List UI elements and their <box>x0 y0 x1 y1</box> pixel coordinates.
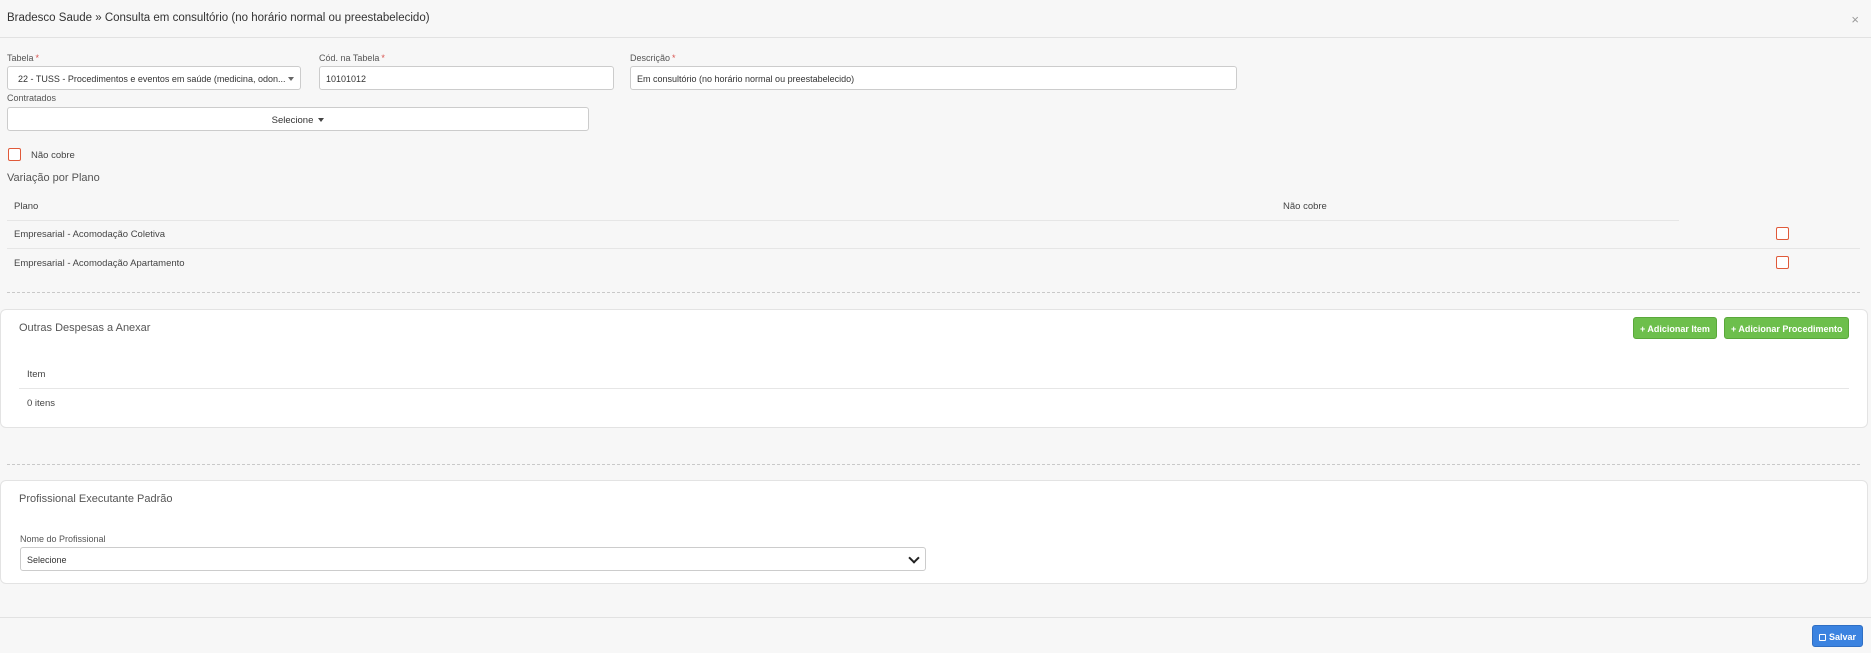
nao-cobre-checkbox[interactable] <box>8 148 21 161</box>
plano-name: Empresarial - Acomodação Apartamento <box>14 258 185 269</box>
floppy-disk-icon <box>1819 634 1826 641</box>
add-procedimento-button[interactable]: + Adicionar Procedimento <box>1724 317 1850 339</box>
outras-despesas-card: Outras Despesas a Anexar + Adicionar Ite… <box>0 309 1868 428</box>
tabela-label: Tabela * <box>7 53 39 63</box>
profissional-select[interactable]: Selecione <box>20 547 926 571</box>
profissional-label: Nome do Profissional <box>20 534 106 544</box>
descricao-label-text: Descrição <box>630 53 671 63</box>
required-marker: * <box>672 53 676 63</box>
tabela-label-text: Tabela <box>7 53 34 63</box>
close-icon[interactable]: × <box>1851 12 1859 27</box>
required-marker: * <box>381 53 385 63</box>
nao-cobre-label[interactable]: Não cobre <box>31 150 75 161</box>
plano-nao-cobre-checkbox[interactable] <box>1776 227 1789 240</box>
table-header-divider <box>7 220 1679 221</box>
profissional-card: Profissional Executante Padrão Nome do P… <box>0 480 1868 584</box>
section-divider <box>7 464 1860 465</box>
add-item-button[interactable]: + Adicionar Item <box>1633 317 1717 339</box>
items-count: 0 itens <box>27 398 55 409</box>
table-header-divider <box>19 388 1849 389</box>
cod-tabela-label-text: Cód. na Tabela <box>319 53 380 63</box>
section-divider <box>7 292 1860 293</box>
descricao-label: Descrição * <box>630 53 676 63</box>
column-header-nao-cobre: Não cobre <box>1283 201 1327 212</box>
contratados-button-label: Selecione <box>271 115 314 126</box>
plano-nao-cobre-checkbox[interactable] <box>1776 256 1789 269</box>
cod-tabela-input[interactable]: 10101012 <box>319 66 614 90</box>
tabela-select-value: 22 - TUSS - Procedimentos e eventos em s… <box>18 74 286 84</box>
caret-down-icon <box>318 118 325 123</box>
profissional-select-value: Selecione <box>27 555 67 565</box>
column-header-item: Item <box>27 369 46 380</box>
outras-despesas-title: Outras Despesas a Anexar <box>19 322 151 334</box>
save-button[interactable]: Salvar <box>1812 625 1864 647</box>
required-marker: * <box>35 53 40 63</box>
column-header-plano: Plano <box>14 201 39 212</box>
descricao-input[interactable]: Em consultório (no horário normal ou pre… <box>630 66 1237 90</box>
row-divider <box>7 248 1860 249</box>
modal-header: Bradesco Saude » Consulta em consultório… <box>0 0 1871 38</box>
footer-divider <box>0 617 1871 618</box>
plano-name: Empresarial - Acomodação Coletiva <box>14 229 166 240</box>
contratados-multiselect-button[interactable]: Selecione <box>7 107 589 131</box>
caret-down-icon <box>288 77 294 81</box>
variacao-title: Variação por Plano <box>7 172 100 184</box>
save-button-label: Salvar <box>1829 632 1857 642</box>
cod-tabela-label: Cód. na Tabela * <box>319 53 385 63</box>
contratados-label: Contratados <box>7 93 57 103</box>
chevron-down-icon <box>908 552 920 564</box>
modal-title: Bradesco Saude » Consulta em consultório… <box>7 12 430 24</box>
profissional-title: Profissional Executante Padrão <box>19 493 173 505</box>
tabela-select[interactable]: 22 - TUSS - Procedimentos e eventos em s… <box>7 66 301 90</box>
modal-dialog: Bradesco Saude » Consulta em consultório… <box>0 0 1871 653</box>
